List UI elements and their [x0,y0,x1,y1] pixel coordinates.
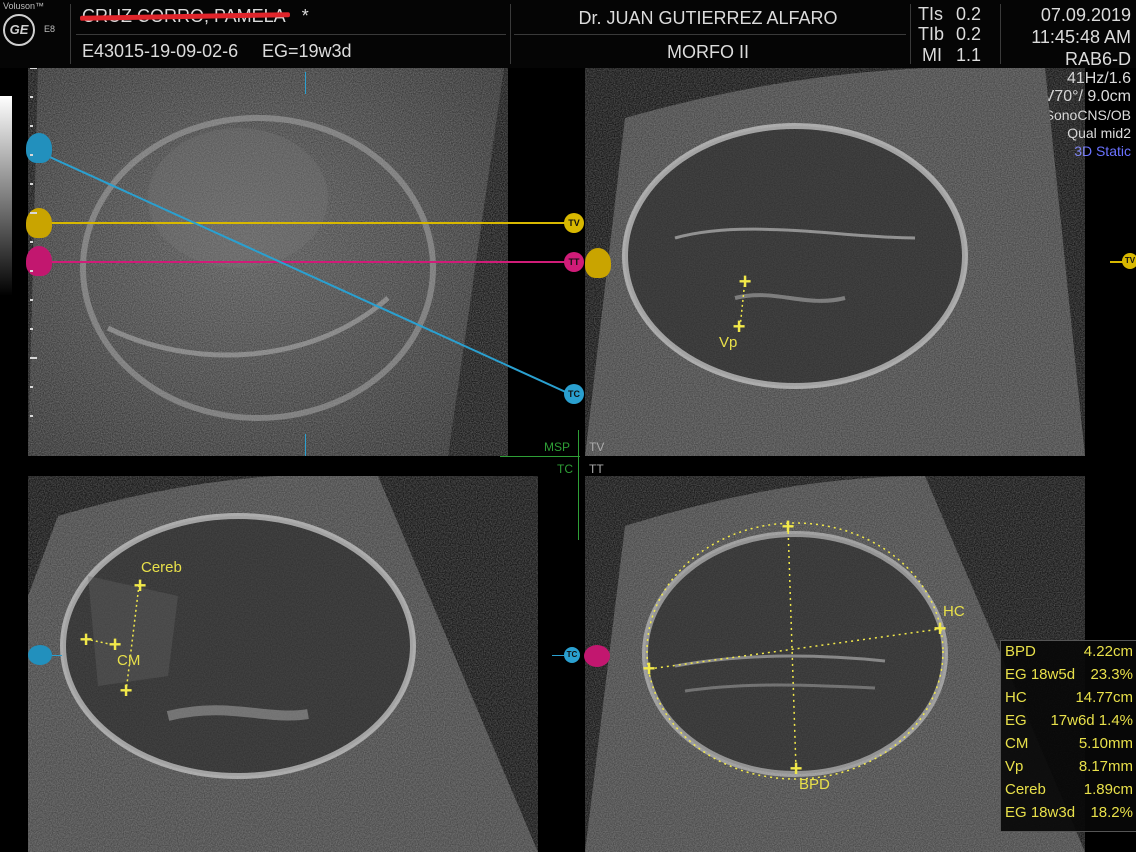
tv-indicator-cap [585,248,611,278]
cereb-caliper-end[interactable]: + [114,679,138,703]
mi-readout: MI 1.1 [922,45,981,66]
measurement-label: EG 18w5d [1005,666,1076,683]
measurement-value: 5.10mm [1078,735,1133,752]
hc-caliper-right[interactable]: + [928,617,952,641]
measurement-row[interactable]: HC 14.77cm [1005,689,1133,711]
ultrasound-image-b [585,68,1085,456]
measurement-row[interactable]: BPD 4.22cm [1005,643,1133,665]
bpd-label: BPD [799,776,830,793]
tis-value: 0.2 [956,4,982,24]
model-label: E8 [44,24,56,34]
plane-tt-label[interactable]: TT [589,462,604,476]
measurement-value: 23.3% [1090,666,1133,683]
measurement-value: 14.77cm [1075,689,1133,706]
divider [70,4,71,64]
measurement-label: EG [1005,712,1027,729]
divider [910,4,911,64]
plane-tv-label[interactable]: TV [589,440,604,454]
vp-caliper-start[interactable]: + [733,270,757,294]
date-label: 07.09.2019 [1040,5,1131,25]
depth-scale [30,68,37,417]
measurement-label: BPD [1005,643,1036,660]
tc-indicator-cap [28,645,52,665]
quadrant-b-tv[interactable] [585,68,1085,456]
measurement-row[interactable]: Cereb 1.89cm [1005,781,1133,803]
brand-label: Voluson™ [3,1,45,11]
exam-id: E43015-19-09-02-6 [82,41,239,61]
cereb-label: Cereb [141,559,182,576]
tc-side-handle[interactable]: TC [564,647,580,663]
tick-bottom [305,434,306,456]
measurement-value: 8.17mm [1078,758,1133,775]
measurement-row[interactable]: EG 18w5d 23.3% [1005,666,1133,688]
tv-plane-handle[interactable]: TV [564,213,584,233]
hc-caliper-left[interactable]: + [637,657,661,681]
header-bar: Voluson™ GE E8 CRUZ CORRO, PAMELA * E430… [0,0,1136,70]
measurement-value: 1.89cm [1083,781,1133,798]
tis-readout: TIs 0.2 [918,4,981,25]
measurement-value: 4.22cm [1083,643,1133,660]
patient-name-field[interactable]: CRUZ CORRO, PAMELA * [79,6,309,27]
measurement-label: HC [1005,689,1027,706]
measurement-label: Vp [1005,758,1024,775]
divider [1000,4,1001,64]
measurement-value: 17w6d 1.4% [1050,712,1133,729]
measurement-value: 18.2% [1090,804,1133,821]
measurement-row[interactable]: Vp 8.17mm [1005,758,1133,780]
tib-value: 0.2 [956,24,982,44]
study-name: MORFO II [667,42,749,62]
datetime-block: 07.09.2019 11:45:48 AM RAB6-D [1031,4,1131,70]
hc-label: HC [943,603,965,620]
crosshair-h [500,456,580,457]
cereb-caliper-start[interactable]: + [128,574,152,598]
measurement-label: EG 18w3d [1005,804,1076,821]
tt-indicator-cap [584,645,610,667]
tt-plane-handle[interactable]: TT [564,252,584,272]
tc-plane-handle[interactable]: TC [564,384,584,404]
tc-indicator-line [52,655,62,656]
measurement-row[interactable]: EG 17w6d 1.4% [1005,712,1133,734]
tis-label: TIs [918,4,943,24]
measurement-label: Cereb [1005,781,1046,798]
doctor-name: Dr. JUAN GUTIERREZ ALFARO [578,8,838,28]
ge-logo: GE [3,14,35,46]
tv-side-handle[interactable]: TV [1122,253,1136,269]
tc-plane-line [29,147,571,395]
cm-caliper-start[interactable]: + [74,628,98,652]
measurement-results-panel: BPD 4.22cm EG 18w5d 23.3% HC 14.77cm EG … [1000,640,1136,832]
bpd-caliper-start[interactable]: + [776,515,800,539]
mi-label: MI [922,45,942,65]
tc-left-line [552,655,564,656]
tib-readout: TIb 0.2 [918,24,981,45]
measurement-row[interactable]: CM 5.10mm [1005,735,1133,757]
vp-label: Vp [719,334,738,351]
probe-label: RAB6-D [1064,49,1131,69]
crosshair-v [578,430,579,540]
time-label: 11:45:48 AM [1031,27,1131,47]
plane-msp-label[interactable]: MSP [544,440,570,454]
divider [514,34,906,35]
measurement-row[interactable]: EG 18w3d 18.2% [1005,804,1133,826]
patient-flag: * [301,6,309,26]
gestational-age: EG=19w3d [262,41,352,61]
plane-tc-label[interactable]: TC [557,462,573,476]
plane-lines [29,147,571,395]
tib-label: TIb [918,24,945,44]
mi-value: 1.1 [956,45,982,65]
divider [76,34,506,35]
measurement-label: CM [1005,735,1029,752]
cm-label: CM [117,652,141,669]
